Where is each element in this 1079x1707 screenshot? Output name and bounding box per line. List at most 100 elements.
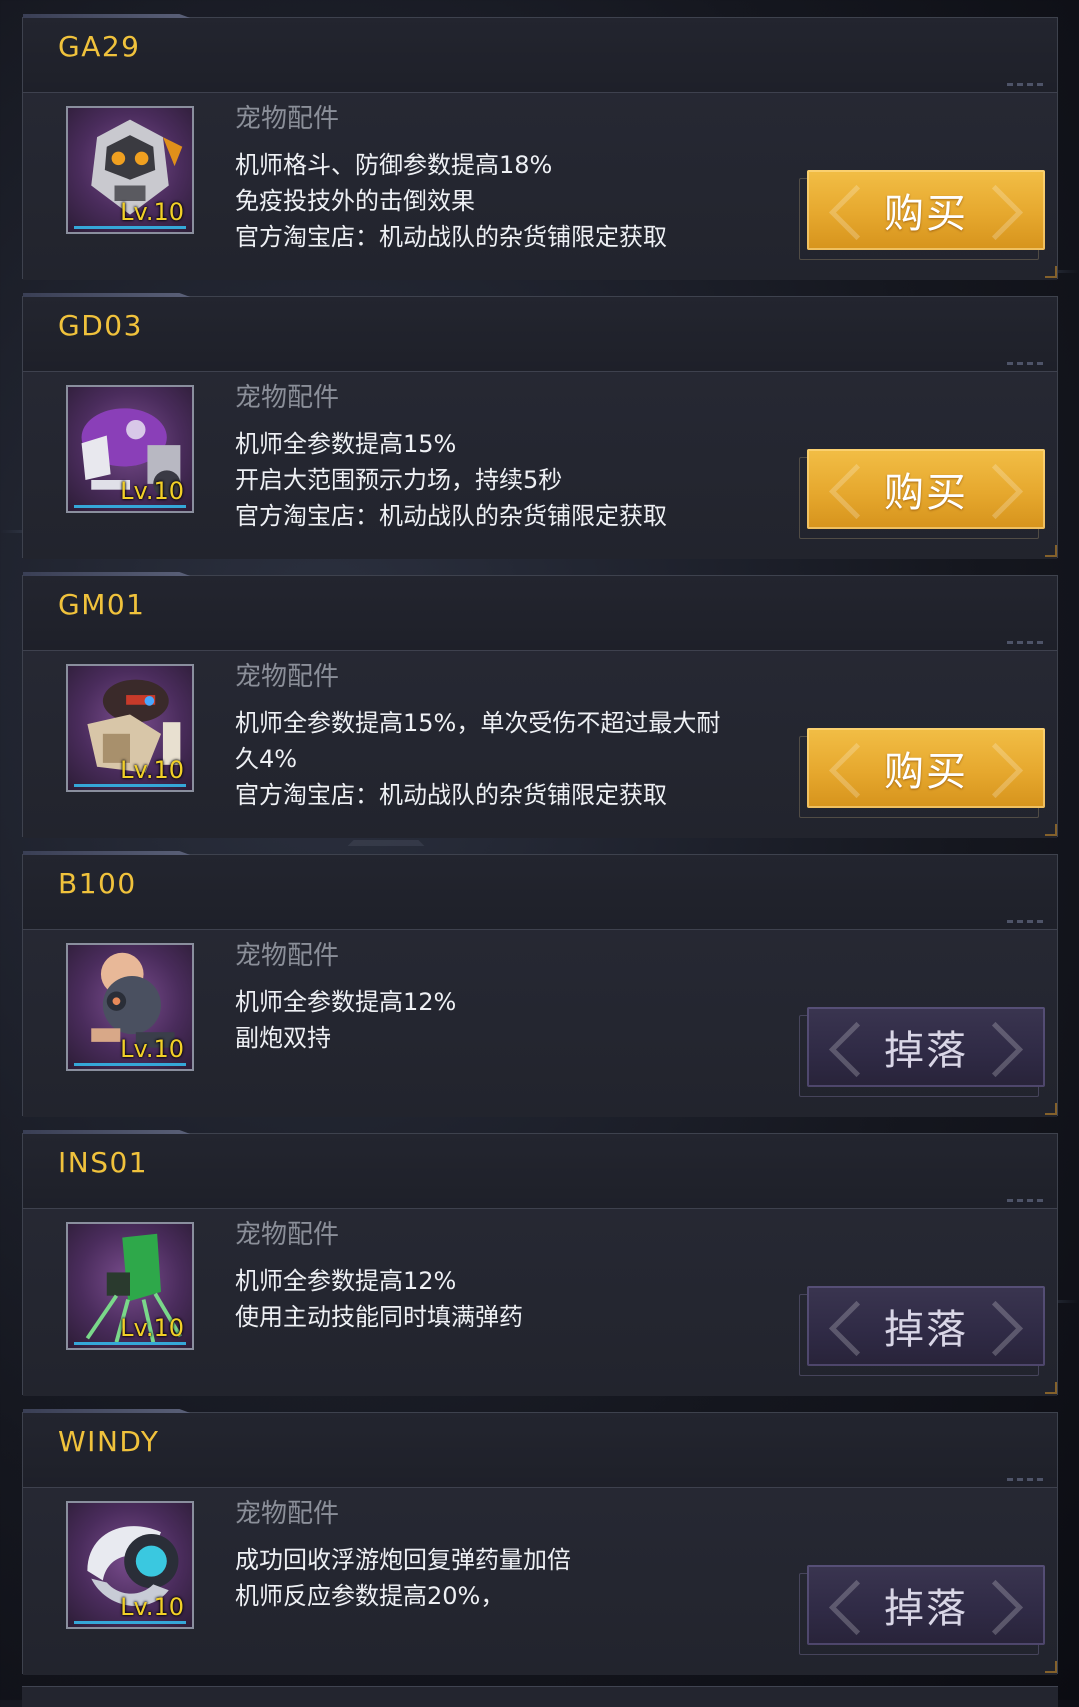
chevron-left-icon [828,1300,885,1357]
header-decoration [1007,1199,1047,1202]
pet-level: Lv.10 [120,1314,184,1342]
button-label: 购买 [884,749,968,795]
description-line: 副炮双持 [235,1024,331,1052]
card-header: GM01 [23,576,1057,651]
pet-level: Lv.10 [120,1035,184,1063]
description-line: 机师全参数提高15%，单次受伤不超过最大耐 [235,709,721,737]
item-code: WINDY [58,1425,160,1458]
item-category: 宠物配件 [235,1499,340,1529]
card-body: Lv.10 宠物配件 机师全参数提高12% 使用主动技能同时填满弹药 掉落 [23,1209,1057,1396]
description-line: 官方淘宝店：机动战队的杂货铺限定获取 [235,223,667,251]
pet-accessory-card: GD03 Lv.10 宠物配件 机师全参数提高15% 开启大范围预示力场，持续5… [22,296,1058,559]
description-line: 免疫投技外的击倒效果 [235,187,475,215]
pet-accessory-card: GM01 Lv.10 宠物配件 机师全参数提高15%，单次受伤不超过最大耐 久4… [22,575,1058,838]
item-code: GA29 [58,30,141,63]
description-line: 机师格斗、防御参数提高18% [235,151,553,179]
item-info: 宠物配件 机师格斗、防御参数提高18% 免疫投技外的击倒效果 官方淘宝店：机动战… [235,101,755,255]
button-label: 掉落 [884,1028,968,1074]
description-line: 久4% [235,745,298,773]
buy-button[interactable]: 购买 [799,170,1045,260]
item-category: 宠物配件 [235,383,340,413]
item-info: 宠物配件 机师全参数提高12% 副炮双持 [235,938,755,1056]
header-decoration [1007,83,1047,86]
button-face[interactable]: 购买 [807,449,1045,529]
description-line: 官方淘宝店：机动战队的杂货铺限定获取 [235,502,667,530]
chevron-right-icon [967,1021,1024,1078]
chevron-right-icon [967,184,1024,241]
card-header: B100 [23,855,1057,930]
pet-level: Lv.10 [120,477,184,505]
pet-accessory-card: GA29 Lv.10 宠物配件 机师格斗、防御参数提高18% 免疫投技外的击倒效… [22,17,1058,280]
pet-accessory-list: GA29 Lv.10 宠物配件 机师格斗、防御参数提高18% 免疫投技外的击倒效… [22,17,1058,1691]
item-category: 宠物配件 [235,662,340,692]
item-info: 宠物配件 机师全参数提高12% 使用主动技能同时填满弹药 [235,1217,755,1335]
chevron-left-icon [828,1021,885,1078]
item-code: GD03 [58,309,143,342]
description-line: 机师全参数提高12% [235,1267,457,1295]
description-line: 开启大范围预示力场，持续5秒 [235,466,563,494]
item-info: 宠物配件 机师全参数提高15% 开启大范围预示力场，持续5秒 官方淘宝店：机动战… [235,380,755,534]
pet-accessory-card: WINDY Lv.10 宠物配件 成功回收浮游炮回复弹药量加倍 机师反应参数提高… [22,1412,1058,1675]
chevron-right-icon [967,1579,1024,1636]
pet-thumbnail[interactable]: Lv.10 [66,1501,194,1629]
button-face[interactable]: 掉落 [807,1565,1045,1645]
header-decoration [1007,1478,1047,1481]
drop-button[interactable]: 掉落 [799,1565,1045,1655]
card-header: INS01 [23,1134,1057,1209]
buy-button[interactable]: 购买 [799,728,1045,818]
description-line: 机师反应参数提高20%， [235,1582,505,1610]
description-line: 机师全参数提高12% [235,988,457,1016]
item-code: B100 [58,867,137,900]
button-face[interactable]: 掉落 [807,1286,1045,1366]
chevron-left-icon [828,742,885,799]
button-label: 购买 [884,470,968,516]
item-category: 宠物配件 [235,1220,340,1250]
card-body: Lv.10 宠物配件 机师全参数提高12% 副炮双持 掉落 [23,930,1057,1117]
card-header: GA29 [23,18,1057,93]
button-label: 购买 [884,191,968,237]
next-card-header-peek [22,1686,1058,1707]
header-decoration [1007,641,1047,644]
chevron-left-icon [828,1579,885,1636]
description-line: 官方淘宝店：机动战队的杂货铺限定获取 [235,781,667,809]
header-decoration [1007,362,1047,365]
button-face[interactable]: 掉落 [807,1007,1045,1087]
pet-accessory-card: B100 Lv.10 宠物配件 机师全参数提高12% 副炮双持 掉落 [22,854,1058,1117]
pet-thumbnail[interactable]: Lv.10 [66,664,194,792]
pet-accessory-card: INS01 Lv.10 宠物配件 机师全参数提高12% 使用主动技能同时填满弹药 [22,1133,1058,1396]
pet-thumbnail[interactable]: Lv.10 [66,106,194,234]
description-line: 成功回收浮游炮回复弹药量加倍 [235,1546,571,1574]
header-decoration [1007,920,1047,923]
item-code: INS01 [58,1146,149,1179]
description-line: 使用主动技能同时填满弹药 [235,1303,523,1331]
chevron-right-icon [967,1300,1024,1357]
chevron-right-icon [967,742,1024,799]
chevron-right-icon [967,463,1024,520]
button-label: 掉落 [884,1307,968,1353]
pet-thumbnail[interactable]: Lv.10 [66,1222,194,1350]
buy-button[interactable]: 购买 [799,449,1045,539]
pet-level: Lv.10 [120,756,184,784]
pet-thumbnail[interactable]: Lv.10 [66,385,194,513]
chevron-left-icon [828,184,885,241]
card-body: Lv.10 宠物配件 机师全参数提高15%，单次受伤不超过最大耐 久4% 官方淘… [23,651,1057,838]
pet-level: Lv.10 [120,1593,184,1621]
item-category: 宠物配件 [235,104,340,134]
card-body: Lv.10 宠物配件 机师全参数提高15% 开启大范围预示力场，持续5秒 官方淘… [23,372,1057,559]
button-face[interactable]: 购买 [807,170,1045,250]
button-face[interactable]: 购买 [807,728,1045,808]
drop-button[interactable]: 掉落 [799,1286,1045,1376]
card-header: GD03 [23,297,1057,372]
pet-thumbnail[interactable]: Lv.10 [66,943,194,1071]
card-header: WINDY [23,1413,1057,1488]
pet-level: Lv.10 [120,198,184,226]
item-info: 宠物配件 成功回收浮游炮回复弹药量加倍 机师反应参数提高20%， [235,1496,755,1614]
item-code: GM01 [58,588,146,621]
item-category: 宠物配件 [235,941,340,971]
item-info: 宠物配件 机师全参数提高15%，单次受伤不超过最大耐 久4% 官方淘宝店：机动战… [235,659,755,813]
description-line: 机师全参数提高15% [235,430,457,458]
card-body: Lv.10 宠物配件 成功回收浮游炮回复弹药量加倍 机师反应参数提高20%， 掉… [23,1488,1057,1675]
button-label: 掉落 [884,1586,968,1632]
card-body: Lv.10 宠物配件 机师格斗、防御参数提高18% 免疫投技外的击倒效果 官方淘… [23,93,1057,280]
drop-button[interactable]: 掉落 [799,1007,1045,1097]
